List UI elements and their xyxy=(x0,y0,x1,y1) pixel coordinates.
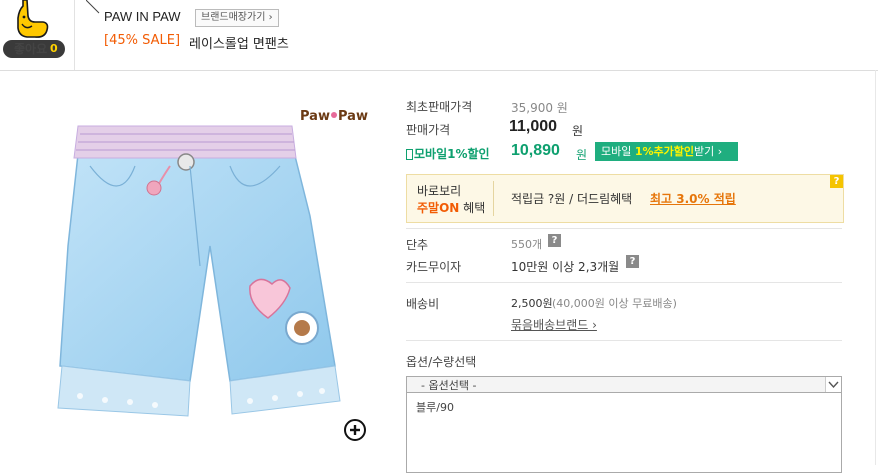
brand-shop-button[interactable]: 브랜드매장가기 › xyxy=(195,9,279,27)
original-price-label: 최초판매가격 xyxy=(406,100,473,114)
stock-value: 550개 xyxy=(511,238,543,251)
stock-label: 단추 xyxy=(406,238,429,252)
option-item[interactable]: 블루/90 xyxy=(416,399,454,415)
mobile-btn-suffix: 받기 › xyxy=(694,145,723,158)
mobile-discount-label: 모바일1%할인 xyxy=(406,145,490,162)
product-title: 레이스롤업 면팬츠 xyxy=(189,37,289,52)
mobile-discount-text: 모바일1%할인 xyxy=(414,147,490,161)
mobile-btn-highlight: 1%추가할인 xyxy=(634,145,695,158)
stock-help-icon[interactable]: ? xyxy=(548,234,561,247)
benefit-weekend-tag: 주말ON xyxy=(417,201,460,215)
divider-1 xyxy=(406,228,842,229)
chevron-down-icon[interactable] xyxy=(825,377,841,392)
sale-price-unit: 원 xyxy=(572,124,584,138)
benefit-help-icon[interactable]: ? xyxy=(830,175,843,188)
benefit-title-line1: 바로보리 xyxy=(417,184,462,198)
option-select[interactable]: - 옵션선택 - xyxy=(406,376,842,393)
card-label: 카드무이자 xyxy=(406,260,462,274)
thumbs-up-icon xyxy=(17,0,49,38)
right-divider xyxy=(875,70,876,465)
benefit-link[interactable]: 최고 3.0% 적립 xyxy=(650,190,736,207)
card-help-icon[interactable]: ? xyxy=(626,255,639,268)
product-image[interactable]: Paw Paw xyxy=(50,96,380,436)
svg-text:Paw: Paw xyxy=(338,109,368,124)
mobile-phone-icon xyxy=(406,149,413,160)
mobile-btn-prefix: 모바일 xyxy=(601,145,632,158)
like-widget[interactable]: 좋아요 0 xyxy=(0,0,75,70)
sale-price-value: 11,000 xyxy=(509,118,558,135)
mobile-discount-button[interactable]: 모바일 1%추가할인받기 › xyxy=(595,142,738,161)
shipping-label: 배송비 xyxy=(406,297,440,311)
benefit-title-line2: 주말ON 혜택 xyxy=(417,199,485,216)
options-label: 옵션/수량선택 xyxy=(406,355,477,369)
mobile-price-value: 10,890 xyxy=(511,142,560,159)
like-count-badge: 좋아요 0 xyxy=(3,40,65,58)
like-label: 좋아요 xyxy=(14,42,48,56)
card-value: 10만원 이상 2,3개월 xyxy=(511,260,620,274)
svg-text:Paw: Paw xyxy=(300,109,330,124)
like-count: 0 xyxy=(50,42,58,55)
benefit-text: 적립금 ?원 / 더드림혜택 xyxy=(511,192,633,206)
bundle-shipping-link[interactable]: 묶음배송브랜드 › xyxy=(511,316,597,333)
shipping-note: (40,000원 이상 무료배송) xyxy=(552,297,677,310)
paw-icon xyxy=(331,112,337,118)
benefit-divider xyxy=(493,181,494,216)
mobile-price-unit: 원 xyxy=(576,148,588,162)
option-select-value: - 옵션선택 - xyxy=(421,379,477,392)
brand-name[interactable]: PAW IN PAW xyxy=(104,9,181,24)
benefit-box: 바로보리 주말ON 혜택 적립금 ?원 / 더드림혜택 최고 3.0% 적립 ? xyxy=(406,174,844,223)
slash-decoration xyxy=(86,0,100,14)
sale-tag: [45% SALE] xyxy=(104,33,181,48)
sale-price-label: 판매가격 xyxy=(406,123,451,137)
option-list: 블루/90 xyxy=(406,393,842,473)
original-price-value: 35,900 원 xyxy=(511,101,568,115)
divider-2 xyxy=(406,282,842,283)
shipping-value: 2,500원 xyxy=(511,297,553,310)
benefit-suffix: 혜택 xyxy=(463,201,486,215)
divider-3 xyxy=(406,340,842,341)
zoom-plus-icon[interactable] xyxy=(343,418,367,442)
brand-logo: Paw Paw xyxy=(300,109,368,124)
